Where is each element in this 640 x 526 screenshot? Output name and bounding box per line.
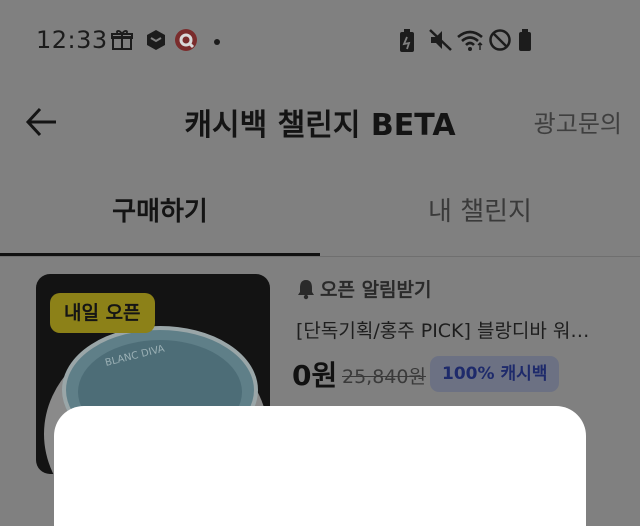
status-bar: 12:33 <box>0 0 640 84</box>
product-name[interactable]: [단독기획/홍주 PICK] 블랑디바 워… <box>296 316 640 343</box>
gift-icon <box>111 30 133 50</box>
wifi-icon <box>457 30 483 51</box>
mute-icon <box>429 29 452 51</box>
ad-inquiry-link[interactable]: 광고문의 <box>534 104 622 139</box>
product-price: 0원 <box>292 359 338 392</box>
tab-bar: 구매하기 내 챌린지 <box>0 172 640 258</box>
bottom-sheet[interactable] <box>54 406 586 526</box>
cashback-badge: 100% 캐시백 <box>430 356 560 392</box>
do-not-disturb-icon <box>489 29 511 51</box>
bell-icon <box>298 280 314 300</box>
open-alarm-label: 오픈 알림받기 <box>320 279 432 301</box>
open-tomorrow-badge: 내일 오픈 <box>50 293 155 333</box>
red-app-icon <box>175 29 197 51</box>
tab-divider <box>0 256 640 257</box>
dot-icon <box>214 39 220 45</box>
battery-saver-icon <box>400 29 414 52</box>
hexagon-app-icon <box>147 30 165 50</box>
tab-buy[interactable]: 구매하기 <box>0 172 320 254</box>
tab-my-challenge[interactable]: 내 챌린지 <box>320 172 640 254</box>
header: 캐시백 챌린지 BETA 광고문의 <box>0 84 640 160</box>
battery-icon <box>519 29 531 51</box>
status-time: 12:33 <box>36 26 108 54</box>
original-price: 25,840원 <box>342 366 426 388</box>
